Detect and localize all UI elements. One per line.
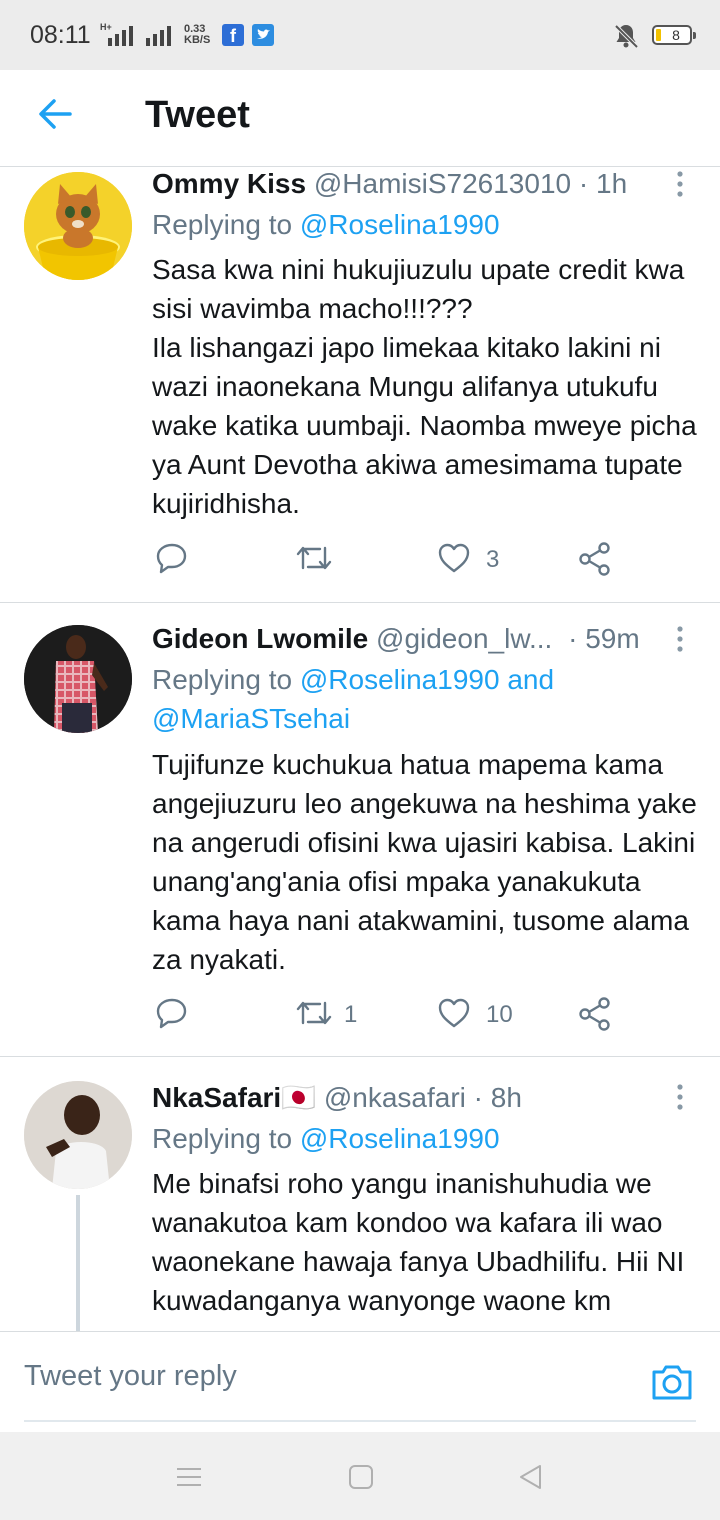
menu-icon[interactable] — [174, 1462, 204, 1492]
tweet-header: Ommy Kiss @HamisiS72613010 · 1h — [152, 168, 627, 200]
like-count: 10 — [486, 1001, 513, 1028]
reply-icon — [156, 998, 187, 1029]
share-button[interactable] — [576, 995, 616, 1035]
retweet-icon — [296, 546, 332, 570]
author-handle[interactable]: @nkasafari — [324, 1082, 466, 1113]
more-vertical-icon[interactable] — [672, 170, 688, 200]
battery-level: 8 — [672, 27, 680, 43]
tweet-header: Gideon Lwomile @gideon_lw... · 59m — [152, 623, 640, 655]
like-icon — [438, 543, 470, 573]
avatar[interactable] — [24, 625, 132, 733]
tweet-2[interactable]: Gideon Lwomile @gideon_lw... · 59m Reply… — [0, 603, 720, 1056]
tweet-3[interactable]: NkaSafari🇯🇵 @nkasafari · 8h Replying to … — [0, 1057, 720, 1331]
tweet-body: Sasa kwa nini hukujiuzulu upate credit k… — [152, 254, 697, 519]
app-bar: Tweet — [0, 70, 720, 167]
home-square-icon[interactable] — [346, 1462, 376, 1492]
mention-link[interactable]: @MariaSTsehai — [152, 703, 350, 734]
reply-button[interactable] — [154, 540, 194, 580]
signal-1-icon — [108, 24, 144, 46]
replying-prefix: Replying to — [152, 1123, 300, 1154]
camera-icon[interactable] — [650, 1362, 694, 1402]
back-triangle-icon[interactable] — [516, 1462, 546, 1492]
avatar[interactable] — [24, 172, 132, 280]
avatar[interactable] — [24, 1081, 132, 1189]
signal-2-icon — [146, 24, 182, 46]
thread-line — [76, 1195, 80, 1331]
reply-button[interactable] — [154, 995, 194, 1035]
mention-link[interactable]: @Roselina1990 — [300, 1123, 500, 1154]
replying-to: Replying to @Roselina1990 — [152, 205, 500, 244]
retweet-button[interactable]: 1 — [294, 995, 374, 1035]
share-button[interactable] — [576, 540, 616, 580]
replying-to: Replying to @Roselina1990 and @MariaSTse… — [152, 660, 692, 738]
twitter-icon — [252, 24, 274, 46]
author-handle[interactable]: @HamisiS72613010 — [314, 168, 571, 199]
tweet-time: · 8h — [473, 1082, 522, 1113]
author-name[interactable]: NkaSafari — [152, 1082, 281, 1113]
facebook-icon: f — [222, 24, 244, 46]
replying-prefix: Replying to — [152, 664, 300, 695]
retweet-button[interactable] — [294, 540, 374, 580]
tweet-body: Me binafsi roho yangu inanishuhudia we w… — [152, 1168, 685, 1316]
status-bar: 08:11 H+ 0.33 KB/S f 8 — [0, 0, 720, 70]
net-speed: 0.33 KB/S — [184, 24, 210, 46]
net-speed-unit: KB/S — [184, 34, 211, 46]
mute-icon — [614, 24, 639, 49]
mention-and: and — [499, 664, 555, 695]
reply-icon — [156, 543, 187, 574]
mention-link[interactable]: @Roselina1990 — [300, 209, 500, 240]
like-count: 3 — [486, 546, 500, 573]
replying-prefix: Replying to — [152, 209, 300, 240]
share-icon — [579, 997, 610, 1031]
author-handle[interactable]: @gideon_lw... — [376, 623, 552, 654]
battery-icon: 8 — [652, 25, 696, 45]
like-button[interactable]: 10 — [436, 995, 526, 1035]
nav-bar — [0, 1432, 720, 1520]
status-time: 08:11 — [30, 21, 91, 49]
reply-input[interactable] — [24, 1332, 696, 1422]
page-title: Tweet — [145, 94, 250, 136]
more-vertical-icon[interactable] — [672, 625, 688, 655]
flag-emoji: 🇯🇵 — [281, 1082, 317, 1113]
replying-to: Replying to @Roselina1990 — [152, 1119, 500, 1158]
mention-link[interactable]: @Roselina1990 — [300, 664, 500, 695]
retweet-icon — [296, 1001, 332, 1025]
tweet-header: NkaSafari🇯🇵 @nkasafari · 8h — [152, 1081, 522, 1114]
like-button[interactable]: 3 — [436, 540, 516, 580]
back-arrow-icon[interactable] — [36, 94, 76, 134]
tweet-time: · 59m — [568, 623, 640, 654]
tweet-body: Tujifunze kuchukua hatua mapema kama ang… — [152, 749, 697, 975]
like-icon — [438, 998, 470, 1028]
retweet-count: 1 — [344, 1001, 358, 1028]
share-icon — [579, 542, 610, 576]
reply-bar — [0, 1331, 720, 1431]
author-name[interactable]: Gideon Lwomile — [152, 623, 368, 654]
more-vertical-icon[interactable] — [672, 1083, 688, 1113]
tweet-time: · 1h — [578, 168, 628, 199]
author-name[interactable]: Ommy Kiss — [152, 168, 306, 199]
tweet-1[interactable]: Ommy Kiss @HamisiS72613010 · 1h Replying… — [0, 168, 720, 602]
